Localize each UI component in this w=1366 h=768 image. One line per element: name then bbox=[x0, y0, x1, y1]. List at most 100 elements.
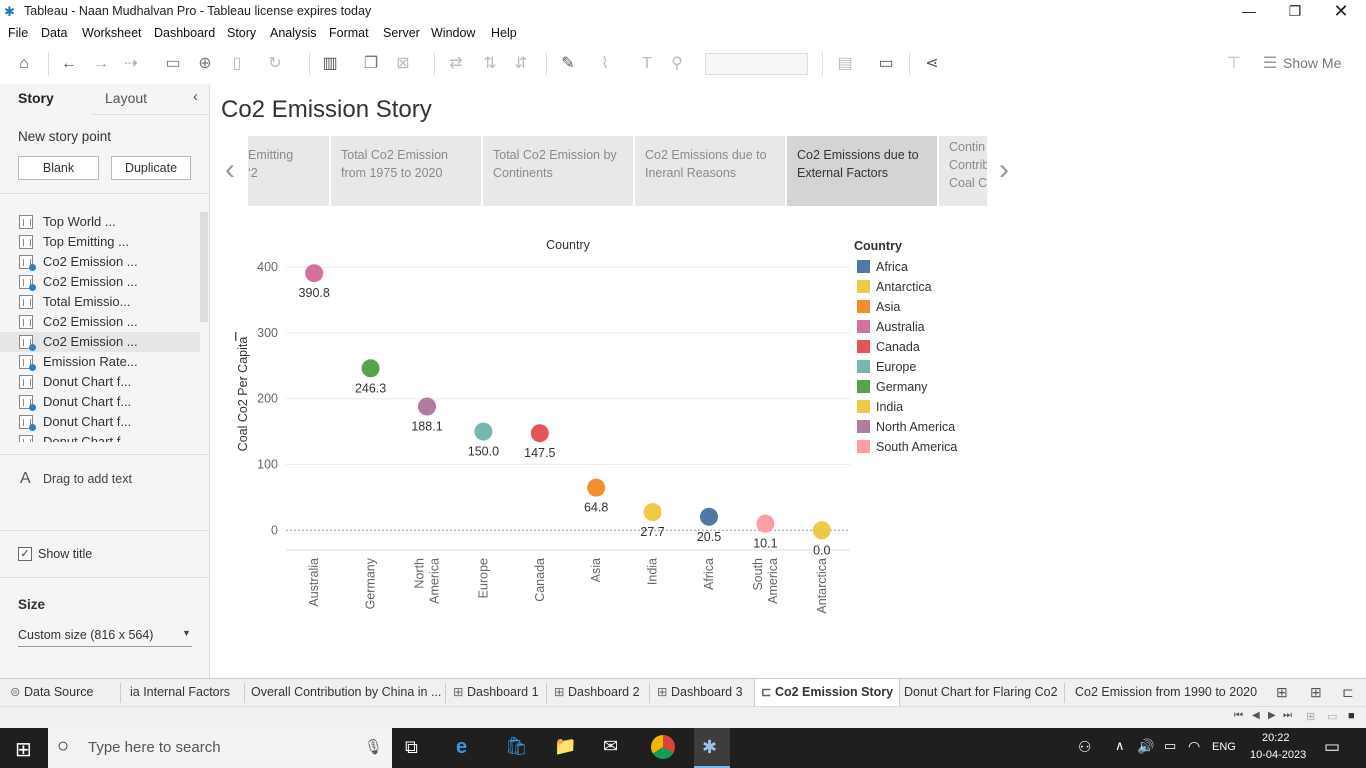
show-me-icon[interactable]: ☰ bbox=[1260, 54, 1280, 74]
story-tab-active[interactable]: ⊏ Co2 Emission Story bbox=[754, 679, 901, 707]
menu-format[interactable]: Format bbox=[329, 26, 369, 40]
home-icon[interactable]: ⌂ bbox=[14, 54, 34, 74]
tab-story[interactable]: Story bbox=[18, 90, 54, 106]
tableau-taskbar-button[interactable]: ✱ bbox=[694, 728, 730, 768]
show-title-checkbox[interactable]: ✓ bbox=[18, 547, 32, 561]
fit-dropdown[interactable] bbox=[705, 53, 808, 75]
sheet-list-item[interactable]: Donut Chart f... bbox=[0, 412, 200, 432]
clear-sheet-icon[interactable]: ⊠ bbox=[393, 54, 413, 74]
presentation-mode-icon[interactable]: ▭ bbox=[876, 54, 896, 74]
menu-data[interactable]: Data bbox=[41, 26, 67, 40]
language-indicator[interactable]: ENG bbox=[1212, 741, 1236, 753]
new-dashboard-tab-icon[interactable]: ⊞ bbox=[1310, 684, 1322, 701]
file-explorer-icon[interactable]: 📁 bbox=[554, 736, 576, 757]
microphone-icon[interactable]: 🎙 bbox=[364, 738, 383, 756]
sort-descending-icon[interactable]: ⇵ bbox=[511, 54, 531, 74]
refresh-icon[interactable]: ↻ bbox=[265, 54, 285, 74]
duplicate-sheet-icon[interactable]: ❐ bbox=[361, 54, 381, 74]
clock-time[interactable]: 20:22 bbox=[1262, 732, 1290, 744]
volume-icon[interactable]: 🔊 bbox=[1137, 738, 1154, 755]
taskbar-search[interactable]: ○ Type here to search 🎙 bbox=[48, 728, 392, 768]
new-worksheet-icon[interactable]: ▥ bbox=[320, 54, 340, 74]
label-icon[interactable]: T bbox=[637, 54, 657, 74]
edge-browser-icon[interactable]: e bbox=[456, 736, 467, 759]
x-tick-label: Antarctica bbox=[815, 558, 829, 614]
people-icon[interactable]: ⚇ bbox=[1078, 738, 1091, 756]
sheet-list-item[interactable]: Top Emitting ... bbox=[0, 232, 200, 252]
new-worksheet-tab-icon[interactable]: ⊞ bbox=[1276, 684, 1288, 701]
windows-start-icon[interactable]: ⊞ bbox=[15, 737, 32, 762]
show-sheet-sorter-icon[interactable]: ⊞ bbox=[1306, 710, 1315, 723]
menu-file[interactable]: File bbox=[8, 26, 28, 40]
pin-icon[interactable]: ⚲ bbox=[667, 54, 687, 74]
close-icon[interactable]: ✕ bbox=[1318, 0, 1364, 24]
collapse-panel-icon[interactable]: ‹ bbox=[193, 88, 198, 105]
last-sheet-icon[interactable]: ⏭ bbox=[1283, 710, 1292, 721]
previous-sheet-icon[interactable]: ◀ bbox=[1252, 710, 1260, 721]
tab-layout[interactable]: Layout bbox=[105, 90, 147, 106]
task-view-icon[interactable]: ⧉ bbox=[405, 737, 418, 758]
menu-story[interactable]: Story bbox=[227, 26, 256, 40]
sheet-list-item[interactable]: Co2 Emission ... bbox=[0, 252, 200, 272]
duplicate-button[interactable]: Duplicate bbox=[111, 156, 191, 180]
replay-icon[interactable]: ⇢ bbox=[121, 54, 141, 74]
sheet-list-item[interactable]: Donut Chart f... bbox=[0, 372, 200, 392]
share-icon[interactable]: ⋖ bbox=[922, 54, 942, 74]
sheet-list-item[interactable]: Co2 Emission ... bbox=[0, 312, 200, 332]
sort-indicator-icon[interactable]: Ⅰ bbox=[234, 330, 238, 344]
notifications-icon[interactable]: ▭ bbox=[1324, 737, 1340, 757]
sheet-list-item[interactable]: Total Emissio... bbox=[0, 292, 200, 312]
new-story-tab-icon[interactable]: ⊏ bbox=[1342, 684, 1354, 701]
new-data-source-icon[interactable]: ⊕ bbox=[195, 54, 215, 74]
battery-icon[interactable]: ▭ bbox=[1164, 738, 1176, 754]
menu-help[interactable]: Help bbox=[491, 26, 517, 40]
sheet-tab[interactable]: Donut Chart for Flaring Co2 bbox=[898, 679, 1064, 707]
sort-ascending-icon[interactable]: ⇅ bbox=[480, 54, 500, 74]
sheet-list-item[interactable]: Donut Chart f... bbox=[0, 432, 200, 442]
sheet-list-item[interactable]: Emission Rate... bbox=[0, 352, 200, 372]
clock-date[interactable]: 10-04-2023 bbox=[1250, 749, 1306, 761]
minimize-icon[interactable]: — bbox=[1226, 0, 1272, 24]
blank-button[interactable]: Blank bbox=[18, 156, 99, 180]
sheet-list-item[interactable]: Top World ... bbox=[0, 212, 200, 232]
restore-icon[interactable]: ❐ bbox=[1272, 0, 1318, 24]
wifi-icon[interactable]: ◠ bbox=[1188, 738, 1200, 755]
format-painter-icon[interactable]: ⊤ bbox=[1224, 54, 1244, 74]
show-tabs-icon[interactable]: ■ bbox=[1348, 710, 1355, 722]
show-cards-icon[interactable]: ▤ bbox=[835, 54, 855, 74]
menu-server[interactable]: Server bbox=[383, 26, 420, 40]
sheet-list-item[interactable]: Co2 Emission ... bbox=[0, 272, 200, 292]
swap-icon[interactable]: ⇄ bbox=[446, 54, 466, 74]
first-sheet-icon[interactable]: ⏮ bbox=[1234, 710, 1243, 721]
dashboard-tab[interactable]: ⊞ Dashboard 1 bbox=[447, 679, 545, 707]
sheet-tab[interactable]: Co2 Emission from 1990 to 2020 bbox=[1069, 679, 1263, 707]
save-icon[interactable]: ▭ bbox=[163, 54, 183, 74]
sheet-tab[interactable]: ia Internal Factors bbox=[124, 679, 236, 707]
microsoft-store-icon[interactable]: 🛍 bbox=[505, 736, 528, 757]
menu-window[interactable]: Window bbox=[431, 26, 475, 40]
chevron-up-icon[interactable]: ∧ bbox=[1115, 738, 1125, 754]
drag-text-label[interactable]: Drag to add text bbox=[43, 472, 132, 486]
menu-worksheet[interactable]: Worksheet bbox=[82, 26, 142, 40]
legend-swatch bbox=[857, 380, 870, 393]
pause-updates-icon[interactable]: ▯ bbox=[227, 54, 247, 74]
menu-analysis[interactable]: Analysis bbox=[270, 26, 317, 40]
dashboard-tab[interactable]: ⊞ Dashboard 3 bbox=[651, 679, 749, 707]
sheet-list-scrollbar[interactable] bbox=[200, 212, 208, 322]
group-icon[interactable]: ⌇ bbox=[595, 54, 615, 74]
sheet-list-item[interactable]: Donut Chart f... bbox=[0, 392, 200, 412]
menu-dashboard[interactable]: Dashboard bbox=[154, 26, 215, 40]
mail-icon[interactable]: ✉ bbox=[603, 736, 618, 757]
show-me-label[interactable]: Show Me bbox=[1283, 55, 1341, 71]
chrome-browser-icon[interactable] bbox=[651, 735, 675, 759]
sheet-list-item[interactable]: Co2 Emission ... bbox=[0, 332, 200, 352]
size-dropdown[interactable]: Custom size (816 x 564) ▼ bbox=[18, 627, 192, 647]
sheet-tab[interactable]: Overall Contribution by China in ... bbox=[245, 679, 447, 707]
show-filmstrip-icon[interactable]: ▭ bbox=[1327, 710, 1337, 723]
data-source-tab[interactable]: ⊜ Data Source bbox=[4, 679, 99, 707]
dashboard-tab[interactable]: ⊞ Dashboard 2 bbox=[548, 679, 646, 707]
highlight-icon[interactable]: ✎ bbox=[558, 54, 578, 74]
redo-icon[interactable]: → bbox=[91, 54, 111, 74]
next-sheet-icon[interactable]: ▶ bbox=[1268, 710, 1276, 721]
undo-icon[interactable]: ← bbox=[59, 54, 79, 74]
